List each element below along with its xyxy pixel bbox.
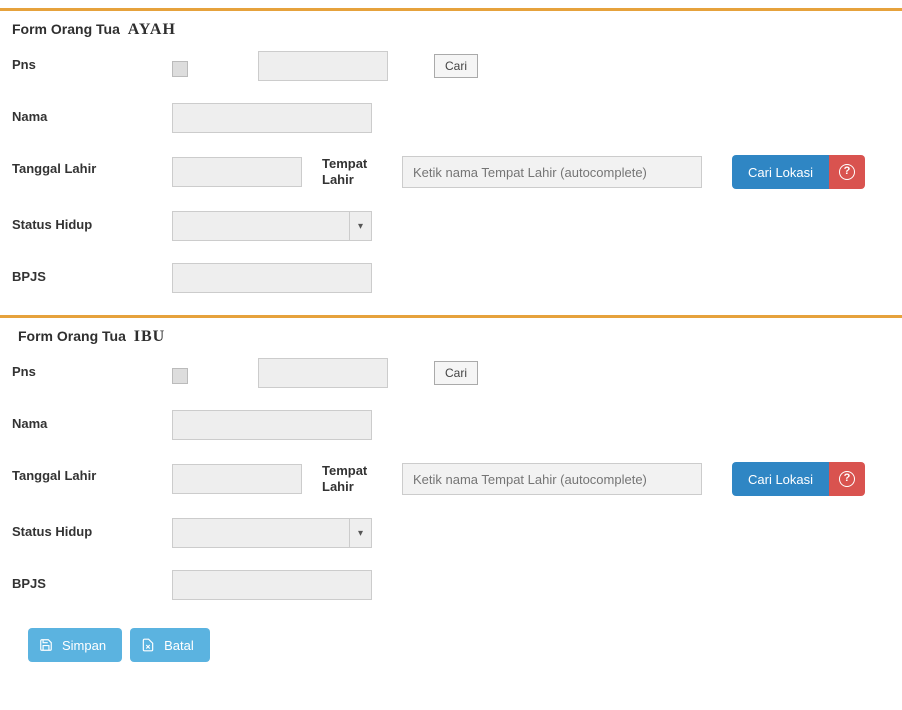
- title-prefix: Form Orang Tua: [12, 21, 120, 37]
- title-role-ayah: AYAH: [128, 21, 176, 38]
- simpan-label: Simpan: [62, 638, 106, 653]
- footer-buttons: Simpan Batal: [0, 622, 902, 672]
- label-tanggal-lahir: Tanggal Lahir: [12, 462, 172, 483]
- question-icon: ?: [839, 164, 855, 180]
- cari-lokasi-group-ayah: Cari Lokasi ?: [732, 155, 865, 189]
- bpjs-input-ayah[interactable]: [172, 263, 372, 293]
- section-divider: [0, 315, 902, 318]
- help-lokasi-button-ayah[interactable]: ?: [829, 155, 865, 189]
- row-pns-ayah: Pns Cari: [12, 51, 890, 81]
- nama-input-ayah[interactable]: [172, 103, 372, 133]
- status-hidup-select-ibu[interactable]: [172, 518, 372, 548]
- row-bpjs-ibu: BPJS: [12, 570, 890, 600]
- section-title-ibu: Form Orang Tua IBU: [0, 328, 902, 358]
- tempat-lahir-input-ibu[interactable]: [402, 463, 702, 495]
- label-tanggal-lahir: Tanggal Lahir: [12, 155, 172, 176]
- label-bpjs: BPJS: [12, 570, 172, 591]
- row-nama-ayah: Nama: [12, 103, 890, 133]
- label-tempat-lahir: Tempat Lahir: [322, 156, 382, 187]
- pns-code-input[interactable]: [258, 358, 388, 388]
- label-tempat-lahir: Tempat Lahir: [322, 463, 382, 494]
- label-status-hidup: Status Hidup: [12, 211, 172, 232]
- title-role-ibu: IBU: [134, 328, 165, 345]
- question-icon: ?: [839, 471, 855, 487]
- cari-button-ibu[interactable]: Cari: [434, 361, 478, 385]
- row-tanggal-lahir-ibu: Tanggal Lahir Tempat Lahir Cari Lokasi ?: [12, 462, 890, 496]
- label-bpjs: BPJS: [12, 263, 172, 284]
- tanggal-lahir-input-ibu[interactable]: [172, 464, 302, 494]
- cari-lokasi-button-ibu[interactable]: Cari Lokasi: [732, 462, 829, 496]
- row-pns-ibu: Pns Cari: [12, 358, 890, 388]
- title-prefix: Form Orang Tua: [18, 328, 126, 344]
- label-pns: Pns: [12, 51, 172, 72]
- row-tanggal-lahir-ayah: Tanggal Lahir Tempat Lahir Cari Lokasi ?: [12, 155, 890, 189]
- row-bpjs-ayah: BPJS: [12, 263, 890, 293]
- save-icon: [38, 637, 54, 653]
- section-divider: [0, 8, 902, 11]
- batal-label: Batal: [164, 638, 194, 653]
- tempat-lahir-input-ayah[interactable]: [402, 156, 702, 188]
- simpan-button[interactable]: Simpan: [28, 628, 122, 662]
- pns-checkbox[interactable]: [172, 61, 188, 77]
- label-nama: Nama: [12, 103, 172, 124]
- tanggal-lahir-input-ayah[interactable]: [172, 157, 302, 187]
- cari-lokasi-group-ibu: Cari Lokasi ?: [732, 462, 865, 496]
- form-panel-ayah: Pns Cari Nama Tanggal Lahir Tempat Lahir…: [0, 51, 902, 293]
- row-status-hidup-ibu: Status Hidup ▾: [12, 518, 890, 548]
- row-nama-ibu: Nama: [12, 410, 890, 440]
- bpjs-input-ibu[interactable]: [172, 570, 372, 600]
- cari-lokasi-button-ayah[interactable]: Cari Lokasi: [732, 155, 829, 189]
- cancel-icon: [140, 637, 156, 653]
- batal-button[interactable]: Batal: [130, 628, 210, 662]
- label-status-hidup: Status Hidup: [12, 518, 172, 539]
- pns-code-input[interactable]: [258, 51, 388, 81]
- help-lokasi-button-ibu[interactable]: ?: [829, 462, 865, 496]
- label-pns: Pns: [12, 358, 172, 379]
- label-nama: Nama: [12, 410, 172, 431]
- pns-checkbox[interactable]: [172, 368, 188, 384]
- form-panel-ibu: Pns Cari Nama Tanggal Lahir Tempat Lahir…: [0, 358, 902, 600]
- row-status-hidup-ayah: Status Hidup ▾: [12, 211, 890, 241]
- cari-button-ayah[interactable]: Cari: [434, 54, 478, 78]
- nama-input-ibu[interactable]: [172, 410, 372, 440]
- status-hidup-select-ayah[interactable]: [172, 211, 372, 241]
- section-title-ayah: Form Orang Tua AYAH: [0, 21, 902, 51]
